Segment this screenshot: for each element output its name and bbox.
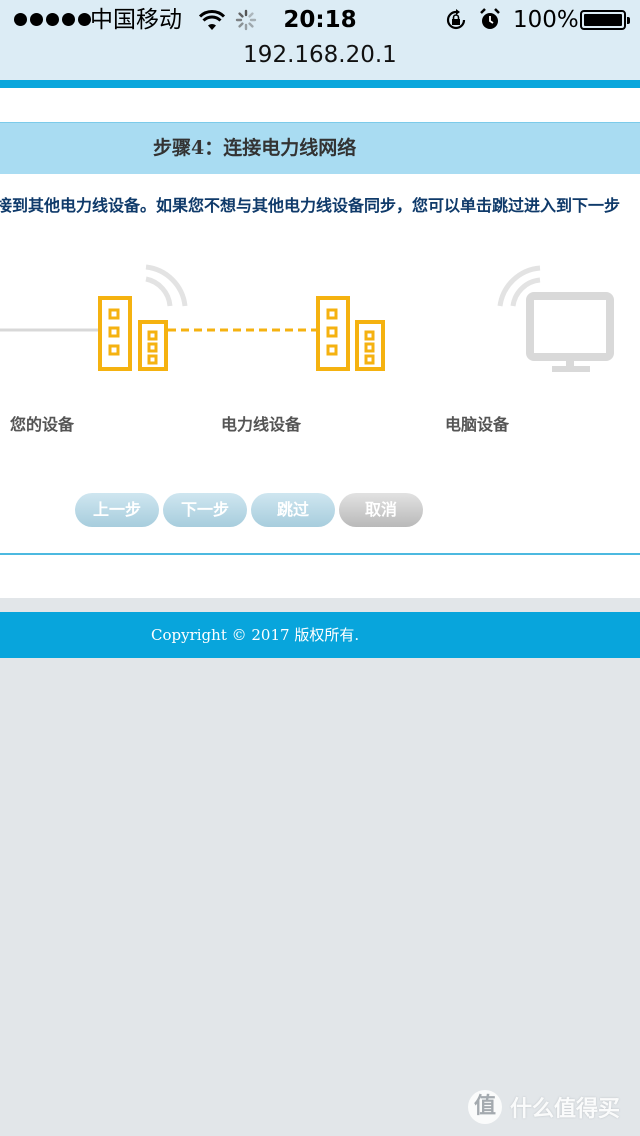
wizard-button-row: 上一步 下一步 跳过 取消: [75, 493, 423, 527]
page-footer: Copyright © 2017 版权所有.: [0, 612, 640, 658]
network-diagram: [0, 264, 614, 372]
skip-button[interactable]: 跳过: [251, 493, 335, 527]
status-bar: 中国移动 20:18 100%: [0, 0, 640, 40]
battery-icon: [580, 10, 630, 30]
cancel-button[interactable]: 取消: [339, 493, 423, 527]
watermark-logo-icon: 值: [468, 1090, 502, 1124]
watermark: 值 什么值得买: [468, 1090, 620, 1124]
browser-chrome: 中国移动 20:18 100% 192.168.20.1: [0, 0, 640, 80]
next-step-button[interactable]: 下一步: [163, 493, 247, 527]
alarm-clock-icon: [480, 8, 500, 29]
header-stripe: [0, 80, 640, 88]
step-header: 步骤4：连接电力线网络: [0, 122, 640, 174]
wizard-panel: 步骤4：连接电力线网络 接到其他电力线设备。如果您不想与其他电力线设备同步，您可…: [0, 88, 640, 598]
powerline-adapter-icon: [98, 296, 168, 371]
watermark-text: 什么值得买: [510, 1097, 621, 1122]
label-powerline-device: 电力线设备: [221, 415, 302, 434]
orientation-lock-icon: [446, 9, 466, 30]
label-computer-device: 电脑设备: [445, 415, 510, 434]
prev-step-button[interactable]: 上一步: [75, 493, 159, 527]
wireless-signal-icon: [145, 264, 188, 307]
battery-percentage: 100%: [513, 7, 579, 33]
step-title: 步骤4：连接电力线网络: [153, 137, 357, 159]
address-bar-url[interactable]: 192.168.20.1: [0, 40, 640, 70]
instruction-text: 接到其他电力线设备。如果您不想与其他电力线设备同步，您可以单击跳过进入到下一步: [0, 196, 621, 215]
computer-monitor-icon: [526, 292, 614, 372]
copyright-text: Copyright © 2017 版权所有.: [151, 626, 360, 644]
label-your-device: 您的设备: [10, 415, 75, 434]
panel-divider: [0, 553, 640, 555]
powerline-adapter-icon: [316, 296, 385, 371]
